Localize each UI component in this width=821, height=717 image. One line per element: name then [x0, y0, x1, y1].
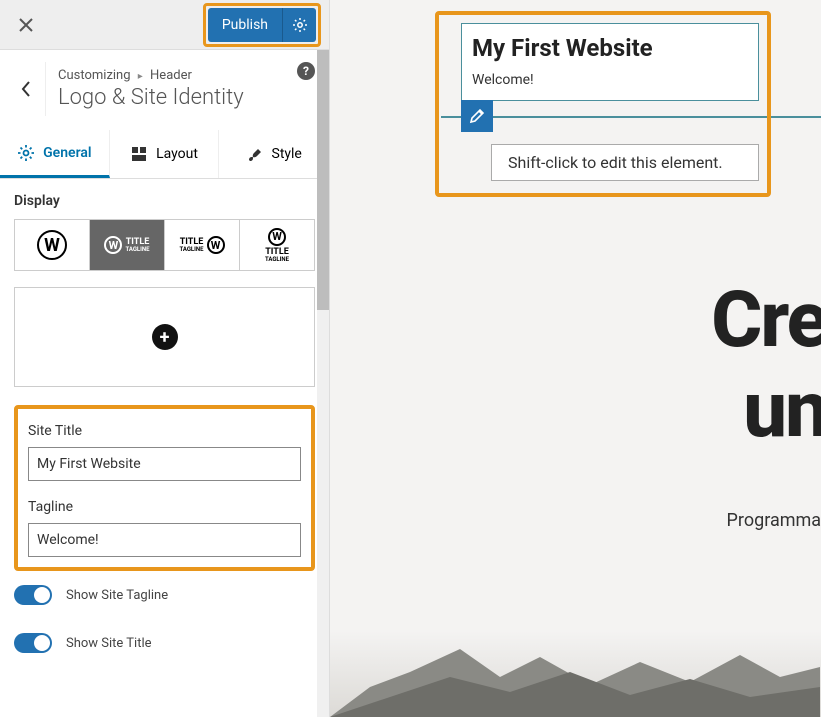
toggle-show-tagline[interactable] [14, 585, 52, 605]
display-label: Display [14, 193, 315, 209]
tagline-label: Tagline [28, 499, 301, 515]
site-identity-preview[interactable]: My First Website Welcome! [461, 23, 759, 101]
chevron-left-icon [20, 80, 32, 98]
toggle-show-tagline-label: Show Site Tagline [66, 588, 168, 603]
preview-tagline: Welcome! [472, 72, 748, 88]
site-title-input[interactable] [28, 447, 301, 481]
tab-label: Style [272, 146, 302, 162]
gear-icon [292, 17, 308, 33]
back-button[interactable] [6, 62, 46, 116]
tab-style[interactable]: Style [219, 130, 329, 178]
panel-body: Display W W TITLETAGLINE TITLETAGLINE W … [0, 179, 329, 717]
tab-label: Layout [156, 146, 198, 162]
publish-settings-button[interactable] [282, 8, 316, 42]
tab-bar: General Layout Style [0, 130, 329, 179]
preview-highlight: My First Website Welcome! Shift-click to… [435, 11, 771, 197]
site-preview: My First Website Welcome! Shift-click to… [330, 0, 821, 717]
edit-tooltip: Shift-click to edit this element. [491, 144, 759, 181]
tagline-input[interactable] [28, 523, 301, 557]
display-logo-title-tagline-v[interactable]: W TITLETAGLINE [240, 220, 314, 270]
panel-title: Logo & Site Identity [58, 85, 315, 110]
edit-element-button[interactable] [461, 100, 493, 132]
help-button[interactable]: ? [297, 62, 315, 80]
wordpress-logo-icon: W [37, 230, 67, 260]
close-icon [19, 18, 33, 32]
wordpress-logo-icon: W [268, 228, 286, 246]
breadcrumb-prefix: Customizing [58, 68, 131, 83]
breadcrumb-row: Customizing ▸ Header Logo & Site Identit… [0, 50, 329, 120]
breadcrumb-parent: Header [150, 68, 192, 83]
display-logo-title-tagline-h[interactable]: W TITLETAGLINE [90, 220, 165, 270]
display-options: W W TITLETAGLINE TITLETAGLINE W W TITLET… [14, 219, 315, 271]
hero-subtext: Programmat [727, 510, 821, 531]
publish-highlight: Publish [203, 3, 321, 47]
hero-heading: Cre un [711, 276, 821, 455]
toggle-show-tagline-row: Show Site Tagline [14, 571, 315, 619]
customizer-topbar: Publish [0, 0, 329, 50]
gear-icon [17, 144, 35, 162]
wordpress-logo-icon: W [207, 236, 225, 254]
close-customizer-button[interactable] [8, 7, 44, 43]
pencil-icon [469, 108, 485, 124]
display-logo-only[interactable]: W [15, 220, 90, 270]
wordpress-logo-icon: W [104, 236, 122, 254]
tab-general[interactable]: General [0, 130, 110, 178]
preview-site-title: My First Website [472, 34, 748, 62]
toggle-show-title-label: Show Site Title [66, 636, 152, 651]
layout-icon [130, 145, 148, 163]
brush-icon [246, 145, 264, 163]
plus-icon: + [152, 324, 178, 350]
hero-image [330, 637, 820, 717]
site-title-label: Site Title [28, 423, 301, 439]
display-title-tagline-logo-h[interactable]: TITLETAGLINE W [165, 220, 240, 270]
sidebar-scrollbar-thumb[interactable] [317, 50, 329, 310]
tab-label: General [43, 145, 91, 161]
publish-button[interactable]: Publish [208, 8, 282, 42]
identity-fields-highlight: Site Title Tagline [14, 405, 315, 571]
toggle-show-title-row: Show Site Title [14, 619, 315, 667]
breadcrumb-sep-icon: ▸ [138, 71, 143, 82]
toggle-show-title[interactable] [14, 633, 52, 653]
tab-layout[interactable]: Layout [110, 130, 220, 178]
add-logo-button[interactable]: + [14, 287, 315, 387]
